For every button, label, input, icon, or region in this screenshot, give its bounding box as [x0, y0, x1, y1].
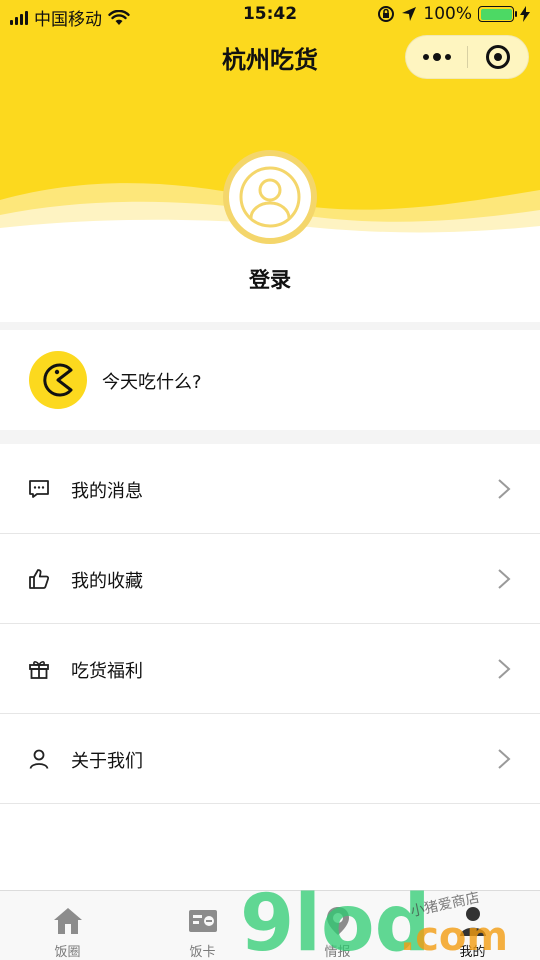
pacman-icon [29, 351, 87, 409]
person-icon [29, 749, 49, 769]
mini-program-capsule [405, 35, 529, 79]
what-to-eat-label: 今天吃什么? [102, 372, 202, 393]
target-icon [485, 45, 510, 69]
home-icon [53, 908, 82, 934]
avatar[interactable] [223, 150, 317, 244]
location-icon [326, 907, 349, 935]
chevron-right-icon [498, 479, 511, 499]
tab-intel[interactable]: 情报 [270, 891, 405, 960]
menu-item-label: 我的收藏 [71, 571, 143, 592]
thumbs-up-icon [29, 569, 50, 589]
battery-icon [478, 6, 517, 22]
tab-label: 情报 [324, 945, 351, 960]
section-divider [0, 322, 540, 330]
tab-label: 我的 [459, 945, 486, 960]
rotation-lock-icon [378, 6, 395, 22]
tab-card[interactable]: 饭卡 [135, 891, 270, 960]
tab-bar: 饭圈 饭卡 情报 我的 [0, 890, 540, 960]
gift-icon [29, 661, 49, 679]
status-bar: 中国移动 15:42 100% [0, 0, 540, 30]
chevron-right-icon [498, 749, 511, 769]
section-divider [0, 430, 540, 444]
charging-icon [520, 6, 530, 22]
menu-item-messages[interactable]: 我的消息 [0, 444, 540, 534]
menu-item-favorites[interactable]: 我的收藏 [0, 534, 540, 624]
tab-label: 饭圈 [54, 945, 81, 960]
menu-item-label: 我的消息 [71, 481, 143, 502]
more-dots-icon [422, 54, 429, 60]
battery-percent: 100% [423, 4, 472, 24]
menu-item-label: 关于我们 [71, 751, 143, 772]
tab-me[interactable]: 我的 [405, 891, 540, 960]
chat-icon [29, 480, 49, 498]
chevron-right-icon [498, 659, 511, 679]
more-button[interactable] [406, 35, 467, 79]
login-button[interactable]: 登录 [0, 264, 540, 294]
what-to-eat-row[interactable]: 今天吃什么? [0, 330, 540, 430]
menu-list: 我的消息 我的收藏 吃货福利 关于我们 [0, 444, 540, 804]
location-arrow-icon [402, 7, 417, 21]
menu-item-benefits[interactable]: 吃货福利 [0, 624, 540, 714]
screen: 中国移动 15:42 100% 杭州吃货 登录 今天吃什么? 我的消息 我的收藏… [0, 0, 540, 960]
menu-item-label: 吃货福利 [71, 661, 143, 682]
card-icon [188, 910, 217, 932]
menu-item-about[interactable]: 关于我们 [0, 714, 540, 804]
user-avatar-icon [239, 166, 301, 228]
chevron-right-icon [498, 569, 511, 589]
tab-home[interactable]: 饭圈 [0, 891, 135, 960]
close-button[interactable] [468, 35, 528, 79]
status-right: 100% [377, 4, 530, 24]
tab-label: 饭卡 [189, 945, 216, 960]
user-icon [459, 907, 486, 936]
